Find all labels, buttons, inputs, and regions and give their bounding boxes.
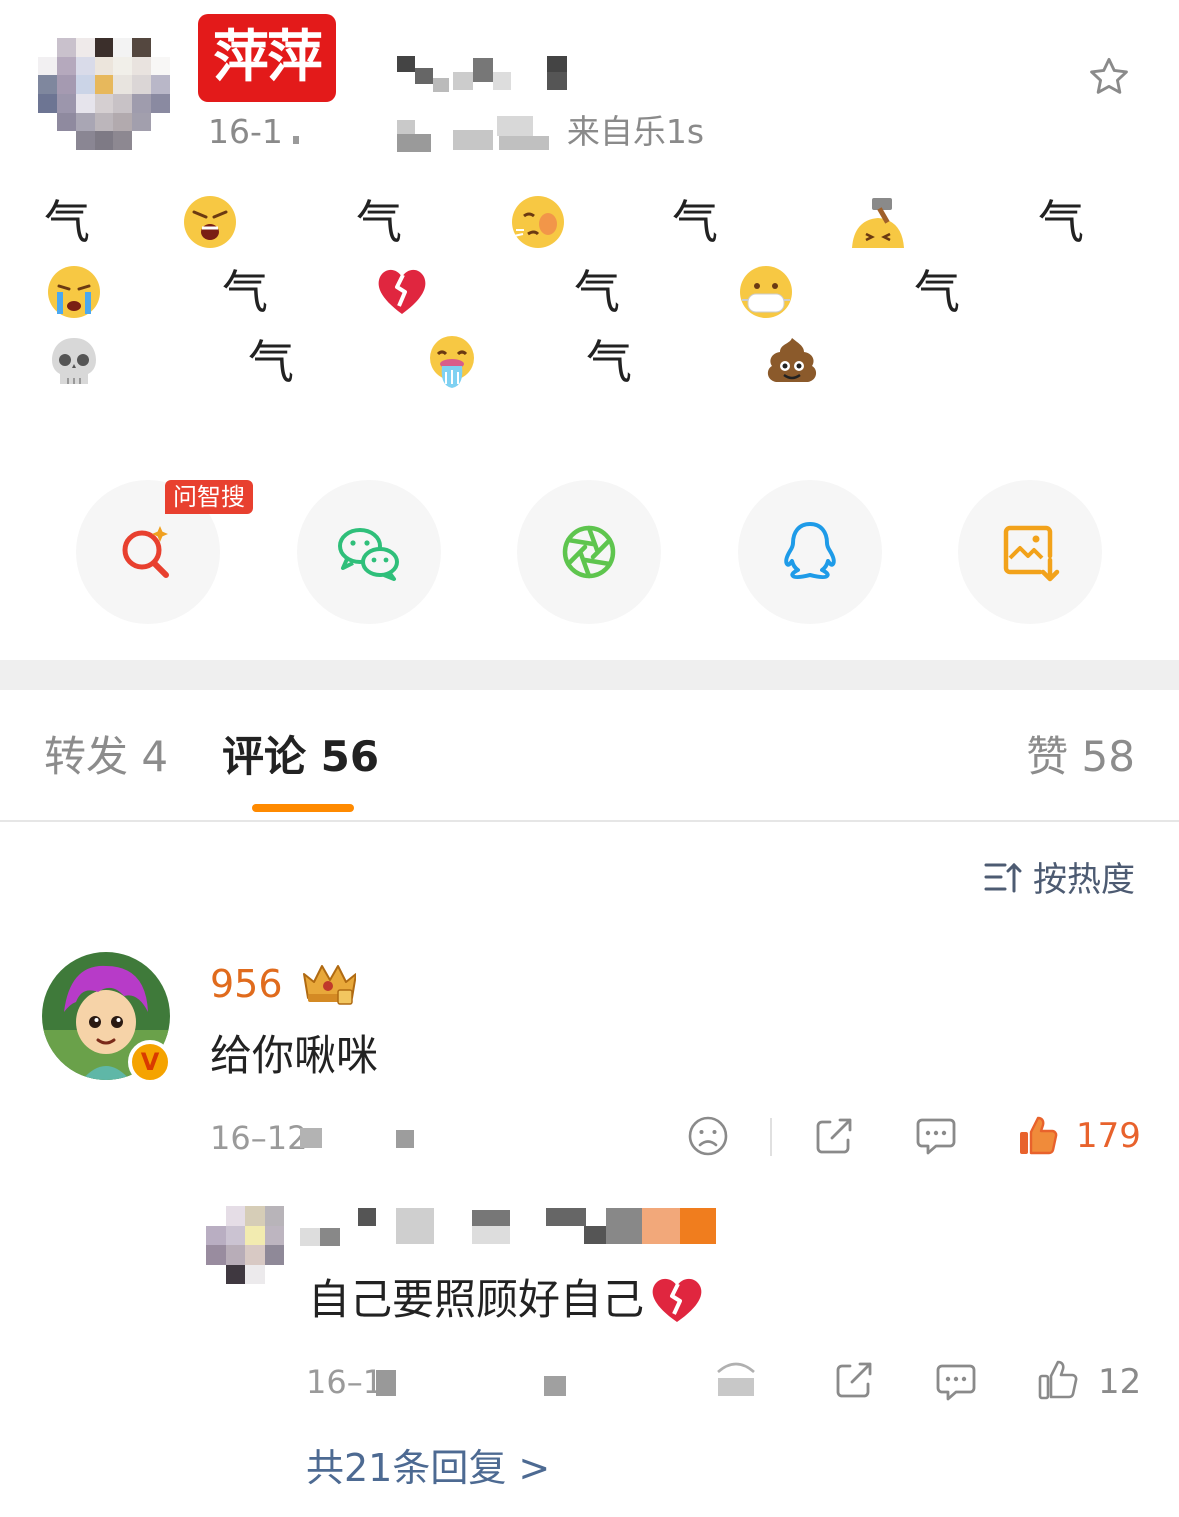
replier-avatar[interactable]	[206, 1206, 284, 1284]
post-text-glyph: 气	[356, 195, 402, 249]
comment-text: 给你啾咪	[210, 1031, 379, 1080]
comment-date: 16–12	[210, 1119, 308, 1157]
active-tab-indicator	[252, 804, 354, 812]
post-text-glyph: 气	[44, 195, 90, 249]
commenter-name[interactable]: 956	[210, 958, 283, 1010]
post-text-glyph: 气	[1038, 195, 1084, 249]
post-time-blurred	[292, 112, 549, 152]
skull-emoji	[52, 338, 96, 384]
post-date: 16-1	[208, 112, 283, 151]
reply-like-button[interactable]	[1036, 1358, 1080, 1406]
share-icon	[836, 1362, 872, 1398]
replier-name-blurred[interactable]	[300, 1206, 720, 1246]
tabs-divider	[0, 820, 1179, 822]
crying-emoji	[48, 266, 100, 318]
save-image-button[interactable]	[958, 480, 1102, 624]
comment-like-button[interactable]	[1016, 1114, 1060, 1162]
broken-heart-emoji	[378, 269, 426, 314]
chat-bubble-icon	[936, 1364, 976, 1401]
tab-comments[interactable]: 评论 56	[222, 725, 379, 789]
vomit-emoji	[430, 336, 474, 388]
tab-repost[interactable]: 转发 4	[44, 725, 168, 789]
hammered-emoji	[852, 198, 904, 248]
post-text-glyph: 气	[222, 265, 268, 319]
sad-face-icon	[688, 1116, 728, 1156]
reply-time-blurred	[376, 1370, 396, 1396]
post-source: 来自乐1s	[566, 112, 705, 151]
moments-icon	[562, 525, 616, 579]
comment-reply-button[interactable]	[914, 1114, 958, 1162]
sort-by-hot-button[interactable]: 按热度	[983, 852, 1135, 901]
post-text-glyph: 气	[914, 265, 960, 319]
username-badge[interactable]: 萍萍	[198, 14, 336, 102]
thumbs-up-icon	[1038, 1360, 1078, 1400]
wechat-icon	[338, 528, 399, 581]
comment-time-blurred	[300, 1128, 322, 1148]
comment-time-blurred-2	[396, 1130, 414, 1148]
post-meta: 16-1 来自乐1s	[208, 110, 704, 154]
comment-like-count: 179	[1076, 1116, 1141, 1156]
comment-share-button[interactable]	[812, 1114, 856, 1162]
post-text-glyph: 气	[586, 335, 632, 389]
sad-face-icon	[717, 1362, 755, 1396]
action-separator	[770, 1118, 772, 1156]
reply-date: 16–1	[306, 1363, 384, 1401]
poop-emoji	[767, 338, 817, 382]
reply-share-button[interactable]	[832, 1358, 876, 1406]
star-favorite-icon[interactable]	[1086, 54, 1132, 100]
ai-search-badge: 问智搜	[165, 480, 253, 514]
verified-badge: V	[128, 1040, 172, 1084]
angry-emoji	[184, 196, 236, 248]
sort-label: 按热度	[1033, 860, 1135, 900]
qq-icon	[784, 522, 836, 580]
thumbs-up-filled-icon	[1020, 1116, 1058, 1155]
sort-icon	[984, 862, 1022, 892]
reply-like-count: 12	[1098, 1362, 1142, 1402]
dislike-button[interactable]	[686, 1114, 730, 1162]
chat-bubble-icon	[916, 1118, 956, 1155]
reply-comment-button[interactable]	[934, 1360, 978, 1408]
view-more-replies-link[interactable]: 共21条回复 >	[306, 1442, 550, 1494]
username-blurred[interactable]	[345, 50, 585, 94]
post-body-row: 气气气	[0, 260, 1179, 324]
reply-time-blurred-2	[544, 1376, 566, 1396]
reply-text: 自己要照顾好自己	[308, 1275, 645, 1324]
reply-dislike-button[interactable]	[714, 1360, 758, 1408]
author-avatar[interactable]	[38, 38, 170, 150]
share-wechat-button[interactable]	[297, 480, 441, 624]
broken-heart-icon	[652, 1278, 702, 1322]
ai-search-icon	[122, 526, 169, 578]
vip-crown-icon	[303, 965, 356, 1005]
post-text-glyph: 气	[672, 195, 718, 249]
share-qq-button[interactable]	[738, 480, 882, 624]
post-body-row: 气气气气	[0, 190, 1179, 254]
tab-likes[interactable]: 赞 58	[1026, 725, 1135, 789]
section-divider	[0, 660, 1179, 690]
post-text-glyph: 气	[248, 335, 294, 389]
share-moments-button[interactable]	[517, 480, 661, 624]
reply-meta: 16–1	[306, 1362, 383, 1402]
mask-emoji	[740, 266, 792, 318]
reply-text-row: 自己要照顾好自己	[308, 1270, 706, 1330]
post-text-glyph: 气	[574, 265, 620, 319]
comment-meta: 16–12	[210, 1118, 307, 1158]
post-body-row: 气气	[0, 330, 1179, 394]
save-image-icon	[1003, 525, 1060, 582]
share-icon	[816, 1118, 852, 1154]
slapped-emoji	[512, 196, 564, 248]
